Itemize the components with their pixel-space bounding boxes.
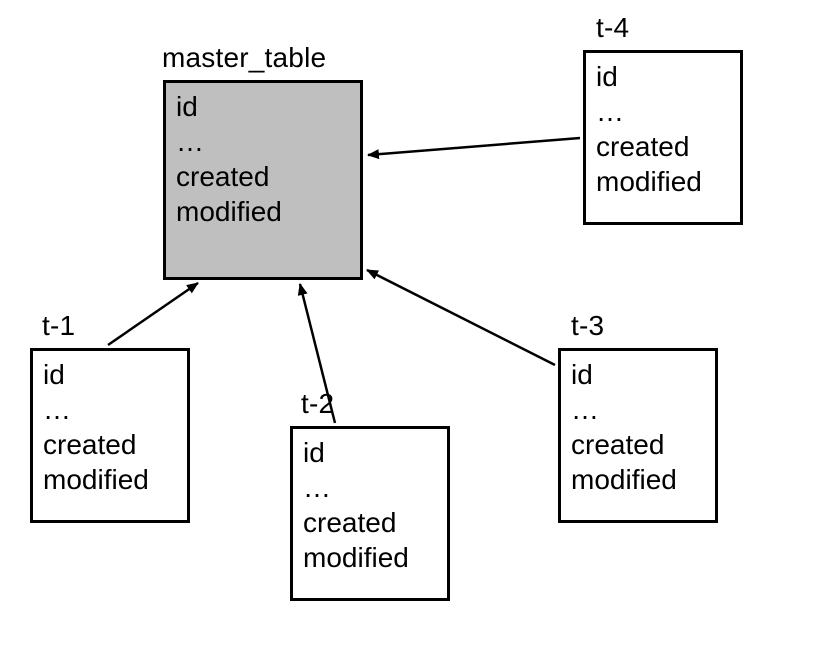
field-created: created bbox=[303, 505, 437, 540]
field-modified: modified bbox=[43, 462, 177, 497]
t2-box: id … created modified bbox=[290, 426, 450, 601]
field-created: created bbox=[571, 427, 705, 462]
field-modified: modified bbox=[571, 462, 705, 497]
field-created: created bbox=[176, 159, 350, 194]
master-table-label: master_table bbox=[162, 42, 326, 74]
field-ellipsis: … bbox=[176, 124, 350, 159]
field-id: id bbox=[176, 89, 350, 124]
field-id: id bbox=[596, 59, 730, 94]
field-id: id bbox=[571, 357, 705, 392]
field-id: id bbox=[303, 435, 437, 470]
t3-box: id … created modified bbox=[558, 348, 718, 523]
field-modified: modified bbox=[176, 194, 350, 229]
t2-label: t-2 bbox=[301, 388, 334, 420]
diagram-canvas: master_table id … created modified t-4 i… bbox=[0, 0, 829, 667]
t1-box: id … created modified bbox=[30, 348, 190, 523]
field-modified: modified bbox=[596, 164, 730, 199]
field-modified: modified bbox=[303, 540, 437, 575]
field-ellipsis: … bbox=[303, 470, 437, 505]
field-created: created bbox=[596, 129, 730, 164]
field-ellipsis: … bbox=[596, 94, 730, 129]
t4-label: t-4 bbox=[596, 12, 629, 44]
field-ellipsis: … bbox=[571, 392, 705, 427]
t4-box: id … created modified bbox=[583, 50, 743, 225]
t1-label: t-1 bbox=[42, 310, 75, 342]
field-id: id bbox=[43, 357, 177, 392]
master-table-box: id … created modified bbox=[163, 80, 363, 280]
field-ellipsis: … bbox=[43, 392, 177, 427]
field-created: created bbox=[43, 427, 177, 462]
t3-label: t-3 bbox=[571, 310, 604, 342]
